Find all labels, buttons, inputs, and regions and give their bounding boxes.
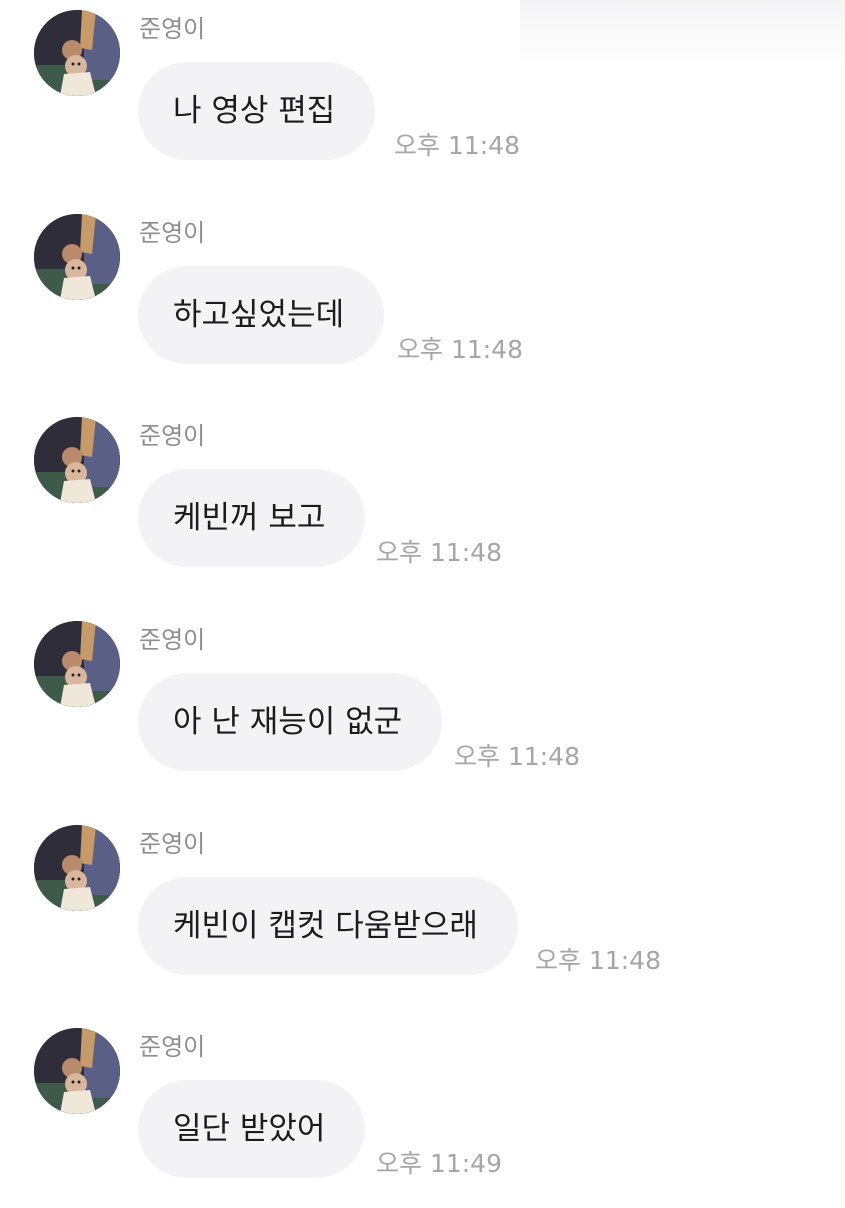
message-row: 준영이 케빈꺼 보고 오후 11:48	[0, 407, 845, 597]
message-timestamp: 오후 11:48	[394, 131, 520, 160]
profile-avatar[interactable]	[34, 417, 120, 503]
profile-avatar[interactable]	[34, 214, 120, 300]
message-text: 케빈이 캡컷 다움받으래	[173, 908, 478, 944]
profile-photo-icon	[34, 214, 120, 300]
chat-message-list[interactable]: 준영이 나 영상 편집 오후 11:48 준영이 하고싶었는데 오후 11:48	[0, 0, 845, 1200]
profile-photo-icon	[34, 1028, 120, 1114]
message-text: 하고싶었는데	[173, 297, 345, 333]
profile-photo-icon	[34, 10, 120, 96]
sender-name: 준영이	[139, 15, 206, 43]
sender-name: 준영이	[139, 422, 206, 450]
message-text: 아 난 재능이 없군	[173, 704, 403, 740]
sender-name: 준영이	[139, 626, 206, 654]
message-bubble[interactable]: 일단 받았어	[138, 1080, 366, 1178]
message-timestamp: 오후 11:48	[454, 742, 580, 771]
message-bubble[interactable]: 아 난 재능이 없군	[138, 673, 443, 771]
message-bubble[interactable]: 하고싶었는데	[138, 266, 385, 364]
message-timestamp: 오후 11:48	[397, 335, 523, 364]
message-timestamp: 오후 11:49	[376, 1149, 502, 1178]
profile-avatar[interactable]	[34, 825, 120, 911]
message-row: 준영이 케빈이 캡컷 다움받으래 오후 11:48	[0, 815, 845, 1005]
profile-avatar[interactable]	[34, 10, 120, 96]
message-bubble[interactable]: 케빈꺼 보고	[138, 469, 366, 567]
profile-photo-icon	[34, 417, 120, 503]
profile-avatar[interactable]	[34, 621, 120, 707]
message-row: 준영이 아 난 재능이 없군 오후 11:48	[0, 611, 845, 801]
message-row: 준영이 나 영상 편집 오후 11:48	[0, 0, 845, 190]
sender-name: 준영이	[139, 830, 206, 858]
message-timestamp: 오후 11:48	[535, 946, 661, 975]
profile-photo-icon	[34, 825, 120, 911]
sender-name: 준영이	[139, 1033, 206, 1061]
message-text: 케빈꺼 보고	[173, 500, 326, 536]
message-row: 준영이 하고싶었는데 오후 11:48	[0, 204, 845, 394]
message-bubble[interactable]: 케빈이 캡컷 다움받으래	[138, 877, 518, 975]
message-row: 준영이 일단 받았어 오후 11:49	[0, 1018, 845, 1208]
message-text: 나 영상 편집	[173, 93, 336, 129]
message-bubble[interactable]: 나 영상 편집	[138, 62, 376, 160]
message-text: 일단 받았어	[173, 1111, 326, 1147]
profile-photo-icon	[34, 621, 120, 707]
message-timestamp: 오후 11:48	[376, 538, 502, 567]
profile-avatar[interactable]	[34, 1028, 120, 1114]
sender-name: 준영이	[139, 219, 206, 247]
